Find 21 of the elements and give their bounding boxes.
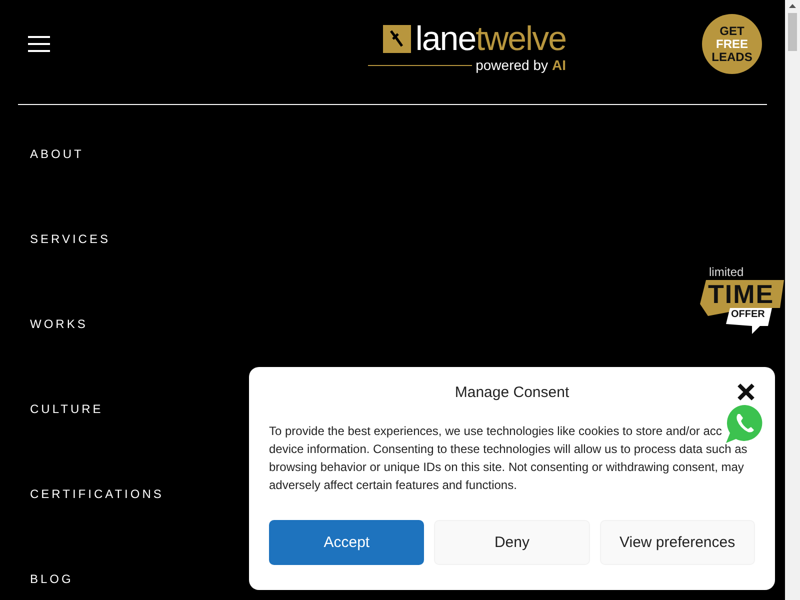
- menu-item[interactable]: CULTURE: [30, 402, 104, 417]
- consent-text: device information. Consenting to these technologies will allow us to process data such as browsing behavior or unique IDs on this site. Not consenting or withdrawing consent, may adversely affect certain features and functions.: [269, 441, 748, 494]
- logo-icon: [383, 25, 412, 53]
- menu-item[interactable]: ABOUT: [30, 147, 84, 162]
- menu-item[interactable]: BLOG: [30, 572, 74, 587]
- offer-badge[interactable]: limited TIME OFFER: [700, 264, 785, 336]
- menu-item[interactable]: WORKS: [30, 317, 88, 332]
- consent-button[interactable]: Deny: [434, 520, 590, 565]
- logo-tagline: AI: [552, 57, 566, 73]
- consent-text: To provide the best experiences, we use technologies like cookies to store and/or acc: [269, 423, 723, 440]
- logo-text: twelve: [476, 20, 566, 58]
- get-leads-button[interactable]: GET FREE LEADS: [702, 14, 762, 74]
- menu-item[interactable]: SERVICES: [30, 232, 110, 247]
- dialog-title: Manage Consent: [454, 383, 570, 403]
- consent-button[interactable]: View preferences: [600, 520, 755, 565]
- logo-text: lane: [415, 20, 476, 58]
- logo-tagline: powered by: [476, 57, 548, 73]
- menu-item[interactable]: CERTIFICATIONS: [30, 487, 164, 502]
- close-button[interactable]: [737, 383, 755, 401]
- consent-button[interactable]: Accept: [269, 520, 424, 565]
- menu-button[interactable]: [28, 36, 50, 52]
